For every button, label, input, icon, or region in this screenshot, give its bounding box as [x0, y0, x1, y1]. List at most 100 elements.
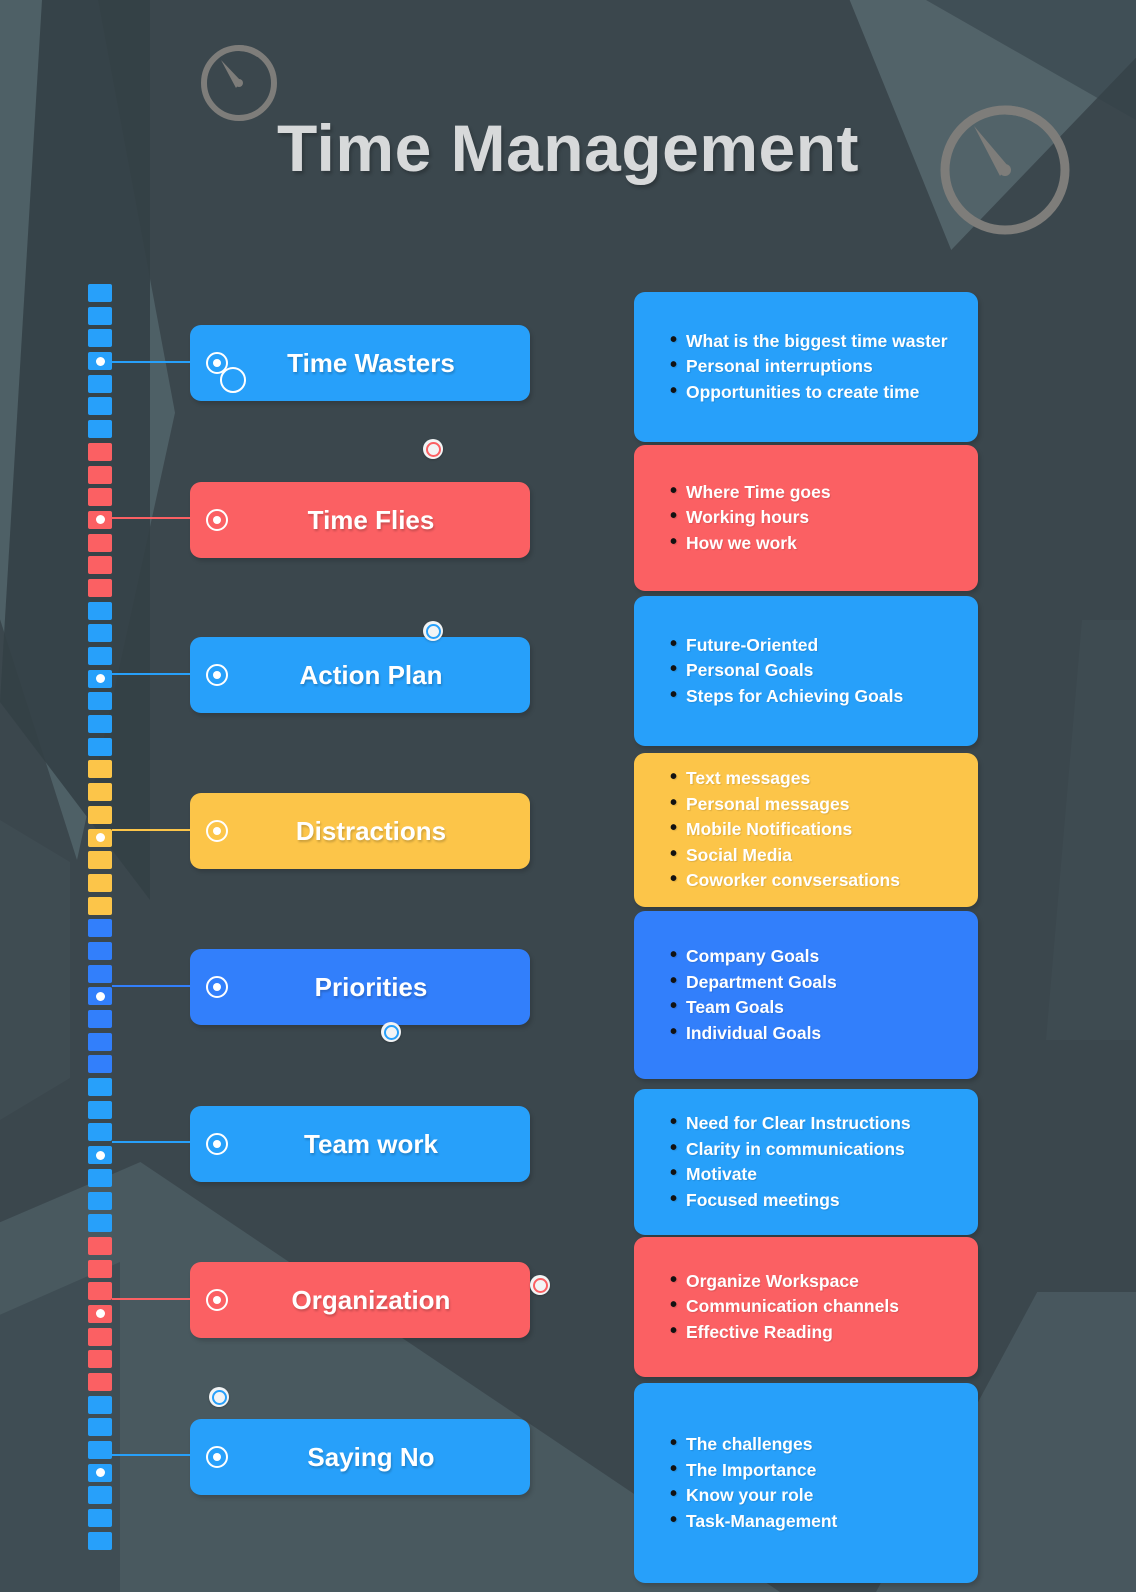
timeline-tick-active	[88, 987, 112, 1006]
accent-ring-red-org	[530, 1275, 550, 1295]
timeline-tick	[88, 1168, 112, 1187]
timeline-tick-active	[88, 1463, 112, 1482]
detail-list-item: What is the biggest time waster	[670, 328, 964, 354]
timeline-marker-dot	[95, 1150, 105, 1160]
ring-icon	[206, 1446, 228, 1468]
timeline-tick	[88, 1259, 112, 1278]
connector-line	[112, 517, 190, 519]
detail-list: Where Time goesWorking hoursHow we work	[634, 479, 978, 557]
connector-line	[112, 1141, 190, 1143]
timeline-tick	[88, 1509, 112, 1528]
timeline-tick	[88, 1418, 112, 1437]
detail-list-item: Personal messages	[670, 791, 964, 817]
timeline-tick	[88, 1078, 112, 1097]
label-box-priorities[interactable]: Priorities	[190, 949, 530, 1025]
accent-ring-blue-priorities	[381, 1022, 401, 1042]
timeline-marker-dot	[95, 356, 105, 366]
timeline-tick	[88, 692, 112, 711]
timeline-tick	[88, 306, 112, 325]
timeline-tick	[88, 941, 112, 960]
timeline-tick	[88, 1100, 112, 1119]
timeline-tick	[88, 533, 112, 552]
connector-line	[112, 361, 190, 363]
timeline-tick	[88, 397, 112, 416]
timeline-tick	[88, 1350, 112, 1369]
ring-icon	[206, 509, 228, 531]
label-box-saying-no[interactable]: Saying No	[190, 1419, 530, 1495]
timeline-tick	[88, 1055, 112, 1074]
label-box-organization[interactable]: Organization	[190, 1262, 530, 1338]
connector-line	[112, 1454, 190, 1456]
detail-list-item: Opportunities to create time	[670, 379, 964, 405]
timeline-tick	[88, 1327, 112, 1346]
timeline-tick	[88, 805, 112, 824]
detail-box-distractions: Text messagesPersonal messagesMobile Not…	[634, 753, 978, 907]
detail-box-time-flies: Where Time goesWorking hoursHow we work	[634, 445, 978, 591]
ring-icon	[206, 1289, 228, 1311]
timeline-strip	[88, 284, 112, 1555]
label-text: Organization	[291, 1284, 451, 1315]
detail-list-item: Need for Clear Instructions	[670, 1110, 964, 1136]
timeline-tick	[88, 760, 112, 779]
timeline-tick	[88, 601, 112, 620]
detail-list-item: Personal interruptions	[670, 353, 964, 379]
accent-ring-blue-sayingno	[209, 1387, 229, 1407]
timeline-tick-active	[88, 1304, 112, 1323]
timeline-tick	[88, 442, 112, 461]
timeline-tick	[88, 873, 112, 892]
detail-list: Future-OrientedPersonal GoalsSteps for A…	[634, 632, 978, 710]
detail-list-item: Social Media	[670, 842, 964, 868]
timeline-tick	[88, 896, 112, 915]
timeline-marker-dot	[95, 1309, 105, 1319]
detail-list-item: The Importance	[670, 1457, 964, 1483]
label-box-team-work[interactable]: Team work	[190, 1106, 530, 1182]
ring-icon	[206, 976, 228, 998]
timeline-tick-active	[88, 828, 112, 847]
connector-line	[112, 673, 190, 675]
detail-list-item: Future-Oriented	[670, 632, 964, 658]
detail-list-item: Where Time goes	[670, 479, 964, 505]
timeline-tick	[88, 578, 112, 597]
label-box-action-plan[interactable]: Action Plan	[190, 637, 530, 713]
detail-list-item: Individual Goals	[670, 1020, 964, 1046]
label-text: Time Flies	[307, 504, 435, 535]
timeline-tick	[88, 374, 112, 393]
detail-list-item: Effective Reading	[670, 1319, 964, 1345]
timeline-tick	[88, 919, 112, 938]
label-box-time-flies[interactable]: Time Flies	[190, 482, 530, 558]
timeline-tick	[88, 329, 112, 348]
ring-icon	[206, 820, 228, 842]
timeline-tick	[88, 1486, 112, 1505]
timeline-tick	[88, 488, 112, 507]
label-box-time-wasters[interactable]: Time Wasters	[190, 325, 530, 401]
label-text: Team work	[304, 1128, 438, 1159]
label-text: Action Plan	[299, 659, 443, 690]
double-ring-icon	[206, 352, 246, 393]
connector-line	[112, 1298, 190, 1300]
stopwatch-icon-small	[196, 25, 282, 123]
connector-line	[112, 985, 190, 987]
label-text: Saying No	[307, 1441, 435, 1472]
label-text: Priorities	[314, 971, 428, 1002]
timeline-marker-dot	[95, 674, 105, 684]
detail-list-item: The challenges	[670, 1431, 964, 1457]
detail-list-item: Clarity in communications	[670, 1136, 964, 1162]
detail-list: Company GoalsDepartment GoalsTeam GoalsI…	[634, 943, 978, 1046]
accent-ring-red-top	[423, 439, 443, 459]
detail-box-team-work: Need for Clear InstructionsClarity in co…	[634, 1089, 978, 1235]
timeline-tick	[88, 465, 112, 484]
detail-list-item: Coworker convsersations	[670, 867, 964, 893]
detail-list: Text messagesPersonal messagesMobile Not…	[634, 765, 978, 894]
detail-list-item: Communication channels	[670, 1293, 964, 1319]
timeline-tick	[88, 1531, 112, 1550]
timeline-tick-active	[88, 1146, 112, 1165]
detail-list-item: Mobile Notifications	[670, 816, 964, 842]
detail-list-item: Organize Workspace	[670, 1268, 964, 1294]
label-box-distractions[interactable]: Distractions	[190, 793, 530, 869]
detail-box-time-wasters: What is the biggest time wasterPersonal …	[634, 292, 978, 442]
detail-list: Need for Clear InstructionsClarity in co…	[634, 1110, 978, 1213]
detail-box-action-plan: Future-OrientedPersonal GoalsSteps for A…	[634, 596, 978, 746]
timeline-tick	[88, 1214, 112, 1233]
timeline-tick	[88, 1441, 112, 1460]
timeline-tick	[88, 783, 112, 802]
